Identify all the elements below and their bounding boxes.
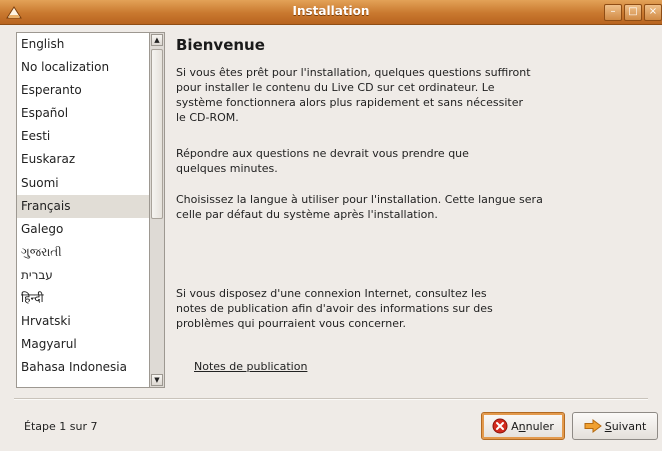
cancel-button-label: Annuler (511, 419, 554, 433)
language-item[interactable]: Bahasa Indonesia (17, 356, 150, 379)
scroll-down-arrow-icon[interactable]: ▼ (151, 374, 163, 386)
step-indicator: Étape 1 sur 7 (24, 420, 98, 433)
language-item[interactable]: Magyarul (17, 333, 150, 356)
language-item[interactable]: Eesti (17, 125, 150, 148)
scroll-up-arrow-icon[interactable]: ▲ (151, 34, 163, 46)
welcome-heading: Bienvenue (176, 36, 265, 54)
installer-window: Installation – □ × English No localizati… (0, 0, 662, 451)
next-button[interactable]: Suivant (572, 412, 658, 440)
language-item[interactable]: Hrvatski (17, 310, 150, 333)
cancel-button[interactable]: Annuler (481, 412, 565, 440)
title-bar[interactable]: Installation – □ × (0, 0, 662, 25)
scrollbar-thumb[interactable] (151, 49, 163, 219)
language-list[interactable]: English No localization Esperanto Españo… (16, 32, 150, 388)
language-list-scrollbar[interactable]: ▲ ▼ (149, 32, 165, 388)
language-item-selected[interactable]: Français (17, 194, 150, 218)
language-item[interactable]: Suomi (17, 172, 150, 195)
forward-arrow-icon (584, 419, 602, 433)
welcome-paragraph-4: Si vous disposez d'une connexion Interne… (176, 287, 493, 330)
language-item[interactable]: Euskaraz (17, 148, 150, 171)
welcome-paragraph-1: Si vous êtes prêt pour l'installation, q… (176, 66, 531, 124)
language-item[interactable]: עברית (17, 264, 150, 287)
release-notes-link[interactable]: Notes de publication (194, 360, 307, 373)
language-item[interactable]: Esperanto (17, 79, 150, 102)
welcome-paragraph-3: Choisissez la langue à utiliser pour l'i… (176, 193, 543, 221)
next-button-label: Suivant (604, 419, 647, 433)
language-item[interactable]: English (17, 33, 150, 56)
minimize-button[interactable]: – (604, 4, 622, 21)
welcome-paragraph-2: Répondre aux questions ne devrait vous p… (176, 147, 469, 175)
language-item[interactable]: ગુજરાતી (17, 241, 150, 264)
language-item[interactable]: Español (17, 102, 150, 125)
close-button[interactable]: × (644, 4, 662, 21)
language-item[interactable]: Galego (17, 218, 150, 241)
cancel-icon (492, 418, 508, 434)
language-item[interactable]: No localization (17, 56, 150, 79)
maximize-button[interactable]: □ (624, 4, 642, 21)
language-item[interactable]: हिन्दी (17, 287, 150, 310)
window-title: Installation (292, 4, 370, 18)
footer-separator (14, 398, 648, 400)
